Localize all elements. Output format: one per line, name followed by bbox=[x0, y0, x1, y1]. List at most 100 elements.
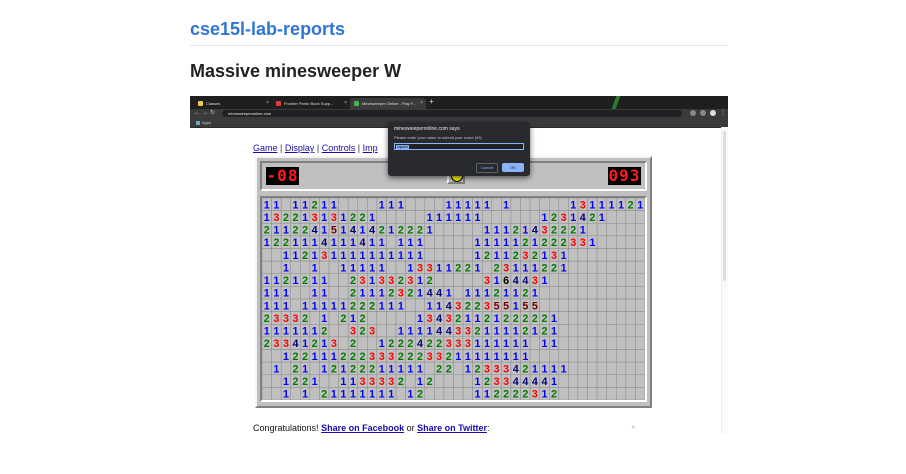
cell-empty[interactable] bbox=[587, 324, 598, 338]
cell-empty[interactable] bbox=[510, 210, 521, 224]
cell-empty[interactable] bbox=[635, 336, 645, 350]
cell-number[interactable]: 3 bbox=[280, 336, 291, 350]
cell-empty[interactable] bbox=[606, 311, 617, 325]
cell-number[interactable]: 3 bbox=[424, 311, 435, 325]
cell-empty[interactable] bbox=[616, 336, 627, 350]
cell-empty[interactable] bbox=[587, 311, 598, 325]
cell-number[interactable]: 2 bbox=[568, 223, 579, 237]
cell-empty[interactable] bbox=[596, 273, 607, 287]
cell-empty[interactable] bbox=[462, 248, 473, 262]
cell-number[interactable]: 2 bbox=[625, 198, 636, 211]
cell-number[interactable]: 1 bbox=[280, 374, 291, 388]
cell-number[interactable]: 1 bbox=[300, 324, 311, 338]
cell-number[interactable]: 2 bbox=[472, 324, 483, 338]
cell-number[interactable]: 2 bbox=[395, 336, 406, 350]
cell-number[interactable]: 1 bbox=[338, 361, 349, 375]
cell-number[interactable]: 1 bbox=[386, 387, 397, 400]
cell-number[interactable]: 1 bbox=[462, 311, 473, 325]
cell-empty[interactable] bbox=[443, 387, 454, 400]
cell-number[interactable]: 1 bbox=[462, 198, 473, 211]
cell-number[interactable]: 4 bbox=[520, 374, 531, 388]
cell-number[interactable]: 2 bbox=[319, 387, 330, 400]
cell-number[interactable]: 1 bbox=[319, 273, 330, 287]
cell-number[interactable]: 1 bbox=[501, 235, 512, 249]
url-field[interactable]: minesweeperonline.com bbox=[222, 110, 682, 117]
cell-number[interactable]: 1 bbox=[501, 223, 512, 237]
cell-number[interactable]: 1 bbox=[510, 324, 521, 338]
cell-number[interactable]: 3 bbox=[271, 210, 282, 224]
cell-empty[interactable] bbox=[462, 387, 473, 400]
cell-number[interactable]: 1 bbox=[262, 198, 272, 211]
cell-empty[interactable] bbox=[568, 374, 579, 388]
cell-empty[interactable] bbox=[558, 298, 569, 312]
cell-number[interactable]: 1 bbox=[367, 273, 378, 287]
cell-empty[interactable] bbox=[386, 210, 397, 224]
cell-number[interactable]: 2 bbox=[539, 260, 550, 274]
cell-empty[interactable] bbox=[539, 298, 550, 312]
cell-number[interactable]: 1 bbox=[529, 260, 540, 274]
share-facebook-link[interactable]: Share on Facebook bbox=[321, 423, 404, 433]
cell-number[interactable]: 1 bbox=[357, 286, 368, 300]
cell-number[interactable]: 2 bbox=[290, 210, 301, 224]
cell-number[interactable]: 1 bbox=[549, 361, 560, 375]
cell-number[interactable]: 3 bbox=[280, 311, 291, 325]
cell-empty[interactable] bbox=[529, 198, 540, 211]
cell-number[interactable]: 1 bbox=[587, 235, 598, 249]
cell-empty[interactable] bbox=[635, 210, 645, 224]
cell-empty[interactable] bbox=[606, 387, 617, 400]
cell-empty[interactable] bbox=[271, 374, 282, 388]
cell-empty[interactable] bbox=[587, 298, 598, 312]
cell-number[interactable]: 4 bbox=[309, 223, 320, 237]
cell-number[interactable]: 1 bbox=[405, 361, 416, 375]
cell-number[interactable]: 1 bbox=[481, 235, 493, 249]
cell-empty[interactable] bbox=[271, 387, 282, 400]
cell-number[interactable]: 5 bbox=[520, 298, 531, 312]
cell-number[interactable]: 4 bbox=[357, 235, 368, 249]
cell-number[interactable]: 3 bbox=[501, 374, 512, 388]
cell-number[interactable]: 2 bbox=[319, 324, 330, 338]
cell-number[interactable]: 4 bbox=[367, 223, 378, 237]
cell-number[interactable]: 2 bbox=[347, 286, 359, 300]
cell-number[interactable]: 2 bbox=[501, 311, 512, 325]
share-twitter-link[interactable]: Share on Twitter bbox=[417, 423, 487, 433]
cell-empty[interactable] bbox=[539, 198, 550, 211]
cell-number[interactable]: 1 bbox=[424, 210, 435, 224]
cell-empty[interactable] bbox=[453, 387, 464, 400]
cell-number[interactable]: 1 bbox=[501, 286, 512, 300]
cell-empty[interactable] bbox=[338, 286, 349, 300]
cell-number[interactable]: 2 bbox=[520, 235, 531, 249]
cell-number[interactable]: 2 bbox=[434, 361, 445, 375]
cell-number[interactable]: 2 bbox=[472, 298, 483, 312]
cell-number[interactable]: 3 bbox=[386, 273, 397, 287]
cell-number[interactable]: 2 bbox=[453, 260, 464, 274]
cell-empty[interactable] bbox=[453, 223, 464, 237]
cell-number[interactable]: 2 bbox=[262, 223, 272, 237]
cancel-button[interactable]: Cancel bbox=[476, 163, 498, 173]
cell-number[interactable]: 2 bbox=[510, 248, 521, 262]
cell-empty[interactable] bbox=[596, 361, 607, 375]
cell-number[interactable]: 1 bbox=[309, 324, 320, 338]
cell-empty[interactable] bbox=[635, 273, 645, 287]
cell-number[interactable]: 2 bbox=[357, 349, 368, 363]
cell-number[interactable]: 3 bbox=[386, 349, 397, 363]
cell-number[interactable]: 1 bbox=[520, 260, 531, 274]
cell-empty[interactable] bbox=[414, 210, 426, 224]
cell-number[interactable]: 1 bbox=[338, 387, 349, 400]
cell-number[interactable]: 1 bbox=[280, 248, 291, 262]
cell-empty[interactable] bbox=[434, 198, 445, 211]
new-tab-button[interactable]: + bbox=[429, 97, 434, 106]
cell-empty[interactable] bbox=[453, 374, 464, 388]
cell-empty[interactable] bbox=[443, 248, 454, 262]
cell-empty[interactable] bbox=[625, 223, 636, 237]
cell-number[interactable]: 3 bbox=[529, 387, 540, 400]
cell-empty[interactable] bbox=[596, 235, 607, 249]
cell-number[interactable]: 1 bbox=[386, 248, 397, 262]
cell-empty[interactable] bbox=[367, 311, 378, 325]
cell-number[interactable]: 2 bbox=[529, 248, 540, 262]
cell-number[interactable]: 3 bbox=[443, 311, 454, 325]
cell-number[interactable]: 1 bbox=[319, 336, 330, 350]
cell-number[interactable]: 2 bbox=[520, 324, 531, 338]
cell-number[interactable]: 2 bbox=[414, 223, 426, 237]
cell-number[interactable]: 1 bbox=[328, 198, 339, 211]
cell-number[interactable]: 1 bbox=[491, 235, 502, 249]
